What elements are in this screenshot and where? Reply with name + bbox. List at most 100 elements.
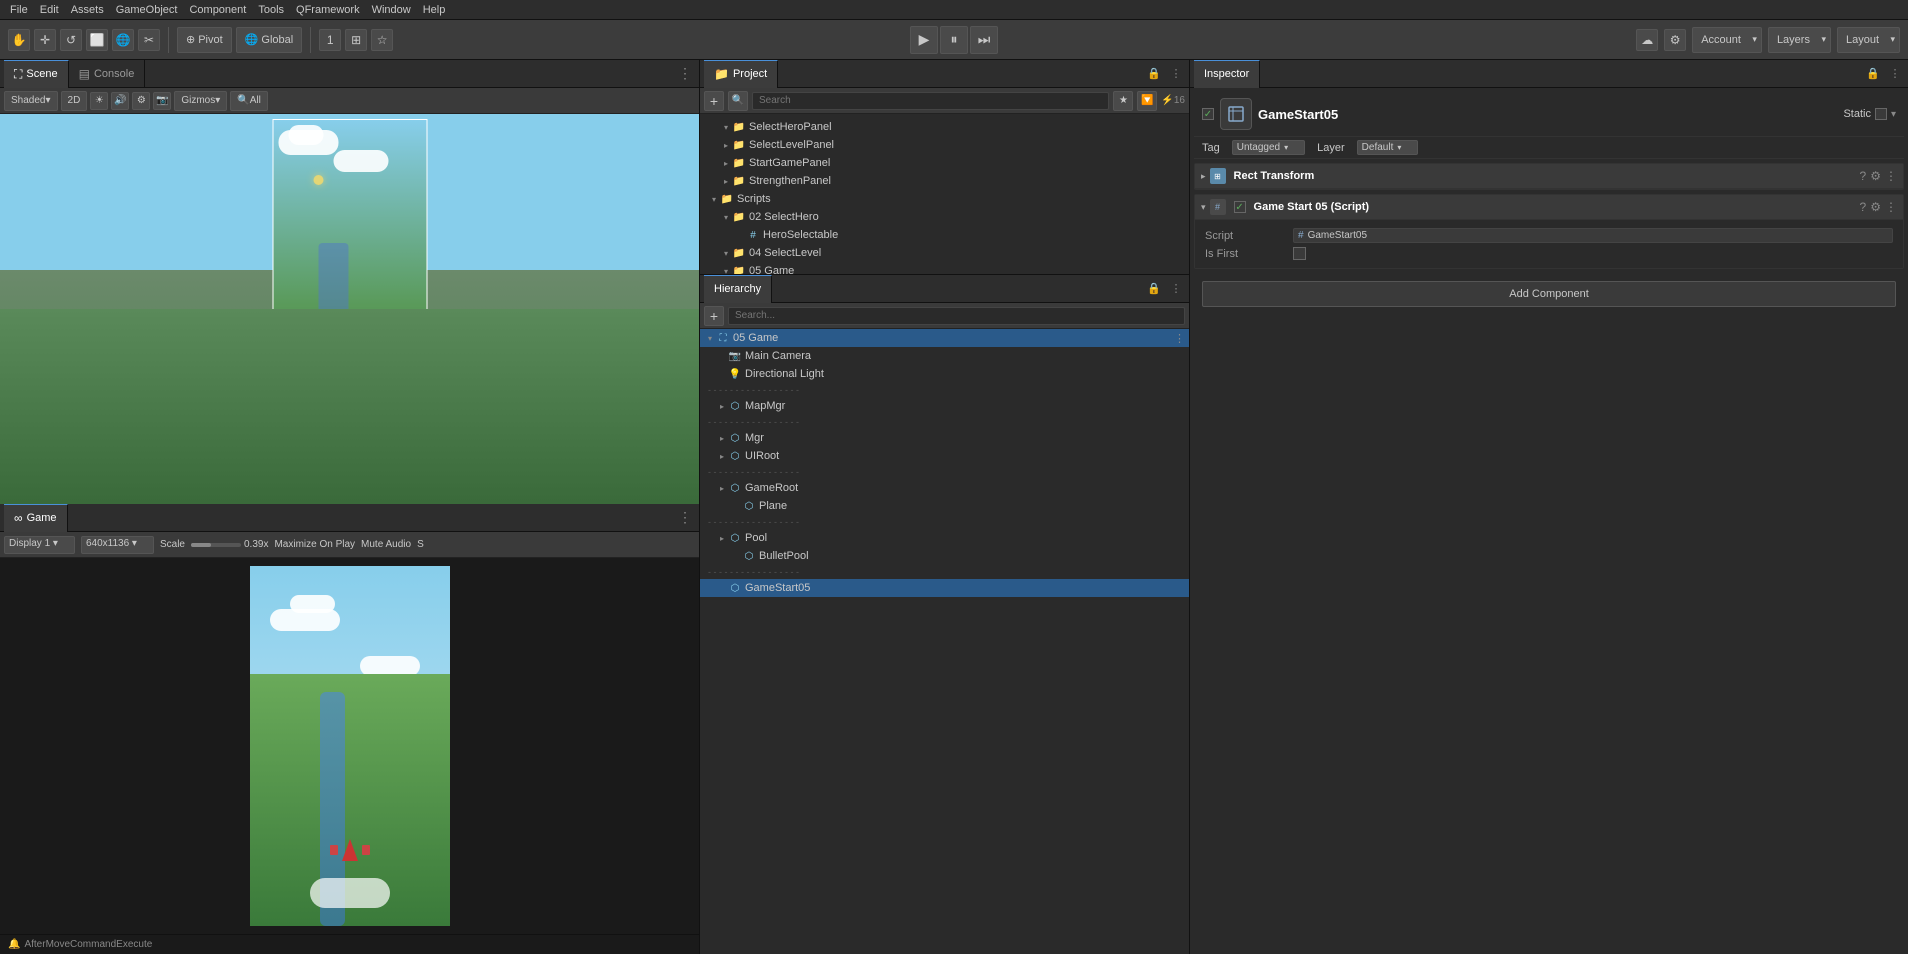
script-value[interactable]: # GameStart05 xyxy=(1293,228,1893,243)
stats-label[interactable]: S xyxy=(417,539,424,550)
list-item[interactable]: ⬡ Pool xyxy=(700,529,1189,547)
more-icon[interactable]: ⋮ xyxy=(1885,169,1897,183)
scene-panel-menu[interactable]: ⋮ xyxy=(675,64,695,84)
game-panel-menu[interactable]: ⋮ xyxy=(675,508,695,528)
filter-icon[interactable]: 🔽 xyxy=(1137,91,1157,111)
grid-button[interactable]: ⊞ xyxy=(345,29,367,51)
scale-slider[interactable] xyxy=(191,543,241,547)
menu-gameobject[interactable]: GameObject xyxy=(110,4,184,16)
tree-arrow[interactable] xyxy=(716,400,728,412)
project-search-input[interactable] xyxy=(752,92,1109,110)
list-item[interactable]: 📁02 SelectHero xyxy=(704,208,1185,226)
layers-dropdown[interactable]: Layers xyxy=(1768,27,1831,53)
tree-arrow[interactable] xyxy=(720,139,732,151)
tree-arrow[interactable] xyxy=(720,247,732,259)
list-item[interactable]: ⬡ Plane xyxy=(700,497,1189,515)
inspector-menu-btn[interactable]: ⋮ xyxy=(1886,65,1904,83)
component-enabled-checkbox[interactable]: ✓ xyxy=(1234,201,1246,213)
menu-window[interactable]: Window xyxy=(366,4,417,16)
settings-icon[interactable]: ⚙ xyxy=(1870,200,1881,214)
gameobject-active-checkbox[interactable]: ✓ xyxy=(1202,108,1214,120)
scene-audio-icon[interactable]: 🔊 xyxy=(111,92,129,110)
rect-tool[interactable]: 🌐 xyxy=(112,29,134,51)
list-item[interactable]: ⬡ BulletPool xyxy=(700,547,1189,565)
tree-arrow[interactable] xyxy=(720,157,732,169)
shaded-dropdown[interactable]: Shaded ▾ xyxy=(4,91,58,111)
list-item[interactable]: 📷 Main Camera xyxy=(700,347,1189,365)
help-icon[interactable]: ? xyxy=(1860,169,1867,183)
all-dropdown[interactable]: 🔍 All xyxy=(230,91,268,111)
step-button[interactable]: ⏭ xyxy=(970,26,998,54)
add-button[interactable]: + xyxy=(704,91,724,111)
layout-dropdown[interactable]: Layout xyxy=(1837,27,1900,53)
menu-edit[interactable]: Edit xyxy=(34,4,65,16)
menu-assets[interactable]: Assets xyxy=(65,4,110,16)
mute-audio-label[interactable]: Mute Audio xyxy=(361,539,411,550)
menu-file[interactable]: File xyxy=(4,4,34,16)
list-item[interactable]: 📁StrengthenPanel xyxy=(704,172,1185,190)
settings-icon[interactable]: ⚙ xyxy=(1870,169,1881,183)
move-tool[interactable]: ✛ xyxy=(34,29,56,51)
2d-button[interactable]: 2D xyxy=(61,91,88,111)
account-dropdown[interactable]: Account xyxy=(1692,27,1762,53)
list-item[interactable]: 📁SelectHeroPanel xyxy=(704,118,1185,136)
hierarchy-lock-icon[interactable]: 🔒 xyxy=(1145,280,1163,298)
tree-arrow[interactable] xyxy=(708,193,720,205)
static-dropdown-arrow[interactable]: ▾ xyxy=(1891,109,1896,120)
hierarchy-menu-btn[interactable]: ⋮ xyxy=(1167,280,1185,298)
tab-game[interactable]: ∞ Game xyxy=(4,504,68,532)
hierarchy-search-input[interactable] xyxy=(728,307,1185,325)
scene-fx-icon[interactable]: ⚙ xyxy=(132,92,150,110)
isfirst-checkbox[interactable] xyxy=(1293,247,1306,260)
tag-dropdown[interactable]: Untagged xyxy=(1232,140,1305,155)
list-item[interactable]: 📁StartGamePanel xyxy=(704,154,1185,172)
tree-arrow[interactable] xyxy=(716,450,728,462)
menu-tools[interactable]: Tools xyxy=(252,4,290,16)
scene-options-icon[interactable]: ⋮ xyxy=(1174,332,1185,345)
more-icon[interactable]: ⋮ xyxy=(1885,200,1897,214)
rect-transform-header[interactable]: ▸ ⊞ Rect Transform ? ⚙ ⋮ xyxy=(1195,164,1903,189)
tab-project[interactable]: 📁 Project xyxy=(704,60,778,88)
list-item[interactable]: 💡 Directional Light xyxy=(700,365,1189,383)
pause-button[interactable]: ⏸ xyxy=(940,26,968,54)
search-icon-btn[interactable]: 🔍 xyxy=(728,91,748,111)
tab-console[interactable]: ▤ Console xyxy=(69,60,146,88)
list-item[interactable]: 📁05 Game xyxy=(704,262,1185,274)
list-item[interactable]: ⬡ GameRoot xyxy=(700,479,1189,497)
transform-tool[interactable]: ✂ xyxy=(138,29,160,51)
scene-view[interactable] xyxy=(0,114,699,504)
tab-hierarchy[interactable]: Hierarchy xyxy=(704,275,772,303)
help-icon[interactable]: ? xyxy=(1860,200,1867,214)
favorite-icon[interactable]: ★ xyxy=(1113,91,1133,111)
menu-help[interactable]: Help xyxy=(417,4,452,16)
scene-light-icon[interactable]: ☀ xyxy=(90,92,108,110)
hand-tool[interactable]: ✋ xyxy=(8,29,30,51)
global-button[interactable]: 🌐 Global xyxy=(236,27,303,53)
tree-arrow[interactable] xyxy=(720,121,732,133)
component-expand-icon[interactable]: ▾ xyxy=(1201,202,1206,213)
list-item[interactable]: 📁SelectLevelPanel xyxy=(704,136,1185,154)
scale-tool[interactable]: ⬜ xyxy=(86,29,108,51)
rotate-tool[interactable]: ↺ xyxy=(60,29,82,51)
play-button[interactable]: ▶ xyxy=(910,26,938,54)
add-component-button[interactable]: Add Component xyxy=(1202,281,1896,307)
tree-arrow[interactable] xyxy=(704,332,716,344)
tree-arrow[interactable] xyxy=(720,211,732,223)
tree-arrow[interactable] xyxy=(720,175,732,187)
tree-arrow[interactable] xyxy=(716,432,728,444)
tab-scene[interactable]: ⛶ Scene xyxy=(4,60,69,88)
gizmos-dropdown[interactable]: Gizmos ▾ xyxy=(174,91,227,111)
gamestart05-header[interactable]: ▾ # ✓ Game Start 05 (Script) ? ⚙ ⋮ xyxy=(1195,195,1903,220)
maximize-on-play-label[interactable]: Maximize On Play xyxy=(274,539,355,550)
list-item[interactable]: 📁04 SelectLevel xyxy=(704,244,1185,262)
layer-dropdown[interactable]: Default xyxy=(1357,140,1419,155)
list-item[interactable]: ⛶ 05 Game ⋮ xyxy=(700,329,1189,347)
hierarchy-add-btn[interactable]: + xyxy=(704,306,724,326)
list-item[interactable]: ⬡ Mgr xyxy=(700,429,1189,447)
snap-button[interactable]: 1 xyxy=(319,29,341,51)
list-item[interactable]: ⬡ GameStart05 xyxy=(700,579,1189,597)
project-menu-btn[interactable]: ⋮ xyxy=(1167,65,1185,83)
project-lock-icon[interactable]: 🔒 xyxy=(1145,65,1163,83)
component-expand-icon[interactable]: ▸ xyxy=(1201,171,1206,182)
display-dropdown[interactable]: Display 1 ▾ xyxy=(4,536,75,554)
